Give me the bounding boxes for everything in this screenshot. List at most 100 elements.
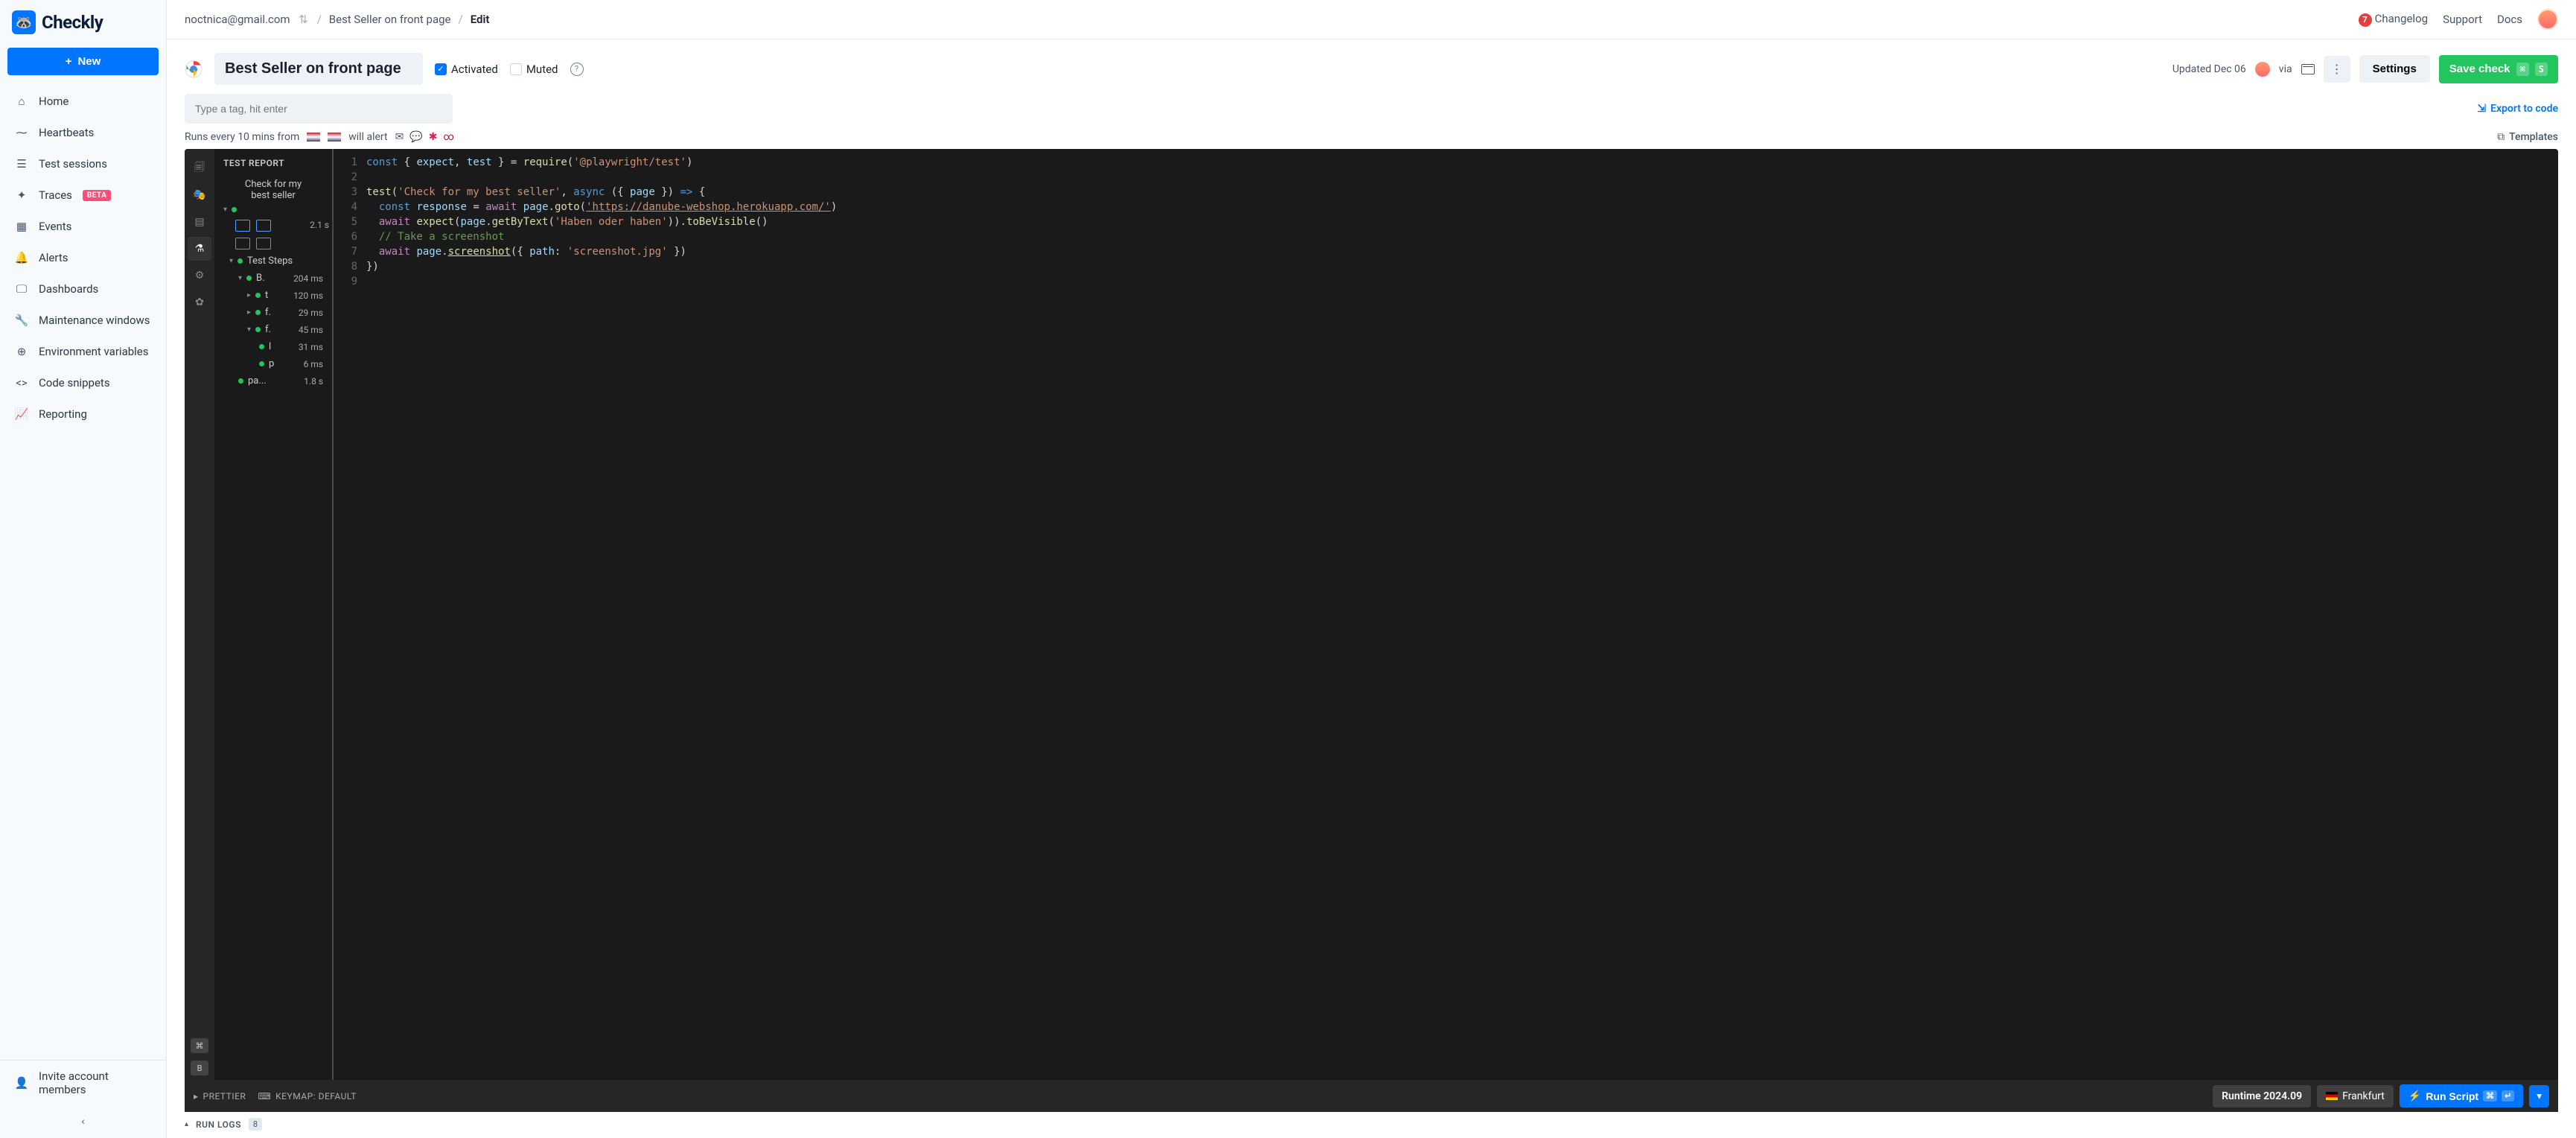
settings-button[interactable]: Settings [2359, 55, 2430, 83]
main-nav: ⌂Home ⁓Heartbeats ☰ Test sessions ✦Traces… [0, 86, 166, 1060]
report-artifact-icons-2 [217, 235, 329, 252]
test-report-panel-button[interactable]: ⚗ [188, 237, 211, 261]
breadcrumb: noctnica@gmail.com ⇅ / Best Seller on fr… [185, 13, 489, 26]
report-summary-row[interactable]: ▾ [217, 203, 329, 217]
trace-icon[interactable] [235, 220, 250, 232]
de-flag-icon [2326, 1092, 2338, 1100]
nav-label: Environment variables [39, 345, 149, 358]
sidebar-item-events[interactable]: ▦ Events [0, 211, 166, 242]
run-logs-count: 8 [249, 1118, 262, 1131]
sidebar-item-reporting[interactable]: 📈Reporting [0, 398, 166, 430]
plus-icon: + [66, 55, 72, 68]
run-dropdown-button[interactable]: ▾ [2529, 1085, 2549, 1107]
support-link[interactable]: Support [2443, 13, 2482, 26]
run-logs-toggle[interactable]: ▴ RUN LOGS 8 [167, 1112, 2576, 1138]
sidebar-item-env-vars[interactable]: ⊕Environment variables [0, 336, 166, 367]
logo[interactable]: 🦝 Checkly [0, 0, 166, 43]
report-step-row[interactable]: l31 ms [217, 338, 329, 355]
mask-panel-button[interactable]: 🎭 [188, 183, 211, 207]
bell-icon: 🔔 [15, 251, 28, 264]
sidebar-item-invite[interactable]: 👤Invite account members [0, 1061, 166, 1105]
kbd-shortcut-cmd[interactable]: ⌘ [191, 1038, 208, 1053]
us-flag-icon [328, 133, 341, 142]
report-step-row[interactable]: ▾f.45 ms [217, 321, 329, 338]
help-icon[interactable]: ? [570, 63, 584, 76]
status-dot-success [259, 344, 264, 349]
kbd-cmd: ⌘ [2483, 1090, 2497, 1102]
screenshot-icon[interactable] [235, 238, 250, 249]
check-title-input[interactable] [214, 53, 423, 85]
sidebar-item-home[interactable]: ⌂Home [0, 86, 166, 117]
export-to-code-link[interactable]: ⇲Export to code [2477, 103, 2558, 115]
tag-input[interactable] [185, 94, 453, 124]
report-steps-header[interactable]: ▾Test Steps [217, 252, 329, 270]
breadcrumb-sep: / [458, 13, 462, 26]
run-script-button[interactable]: ⚡Run Script⌘↵ [2400, 1084, 2523, 1107]
runtime-selector[interactable]: Runtime 2024.09 [2213, 1085, 2311, 1107]
user-avatar[interactable] [2537, 9, 2558, 30]
location-selector[interactable]: Frankfurt [2317, 1085, 2394, 1107]
code-icon: <> [15, 376, 28, 390]
screenshot-icon[interactable] [256, 238, 271, 249]
changelog-link[interactable]: 7Changelog [2359, 12, 2428, 27]
code-editor[interactable]: 123456789 const { expect, test } = requi… [334, 149, 2558, 1080]
status-dot-success [246, 276, 252, 281]
save-check-button[interactable]: Save check⌘S [2439, 55, 2558, 83]
video-icon[interactable] [256, 220, 271, 232]
report-step-row[interactable]: pa...1.8 s [217, 372, 329, 390]
sidebar-item-maintenance[interactable]: 🔧Maintenance windows [0, 305, 166, 336]
breadcrumb-parent[interactable]: Best Seller on front page [329, 13, 451, 26]
sidebar-item-test-sessions[interactable]: ☰ Test sessions [0, 148, 166, 179]
editor-avatar [2255, 62, 2270, 77]
account-switcher-icon[interactable]: ⇅ [298, 13, 310, 25]
files-panel-button[interactable]: 🗐 [188, 156, 211, 180]
status-dot-success [232, 207, 237, 212]
nav-label: Events [39, 220, 71, 233]
topbar-right: 7Changelog Support Docs [2359, 9, 2558, 30]
page-header: ✓Activated Muted ? Updated Dec 06 via ⋮ … [167, 39, 2576, 131]
email-icon: ✉ [395, 131, 404, 143]
code-content[interactable]: const { expect, test } = require('@playw… [366, 155, 2558, 1080]
sessions-icon: ☰ [15, 157, 28, 171]
via-ui-icon [2301, 64, 2315, 74]
report-step-row[interactable]: p6 ms [217, 355, 329, 372]
report-step-row[interactable]: ▸f.29 ms [217, 304, 329, 321]
sidebar-item-dashboards[interactable]: 🖵Dashboards [0, 273, 166, 305]
sidebar-item-traces[interactable]: ✦TracesBETA [0, 179, 166, 211]
templates-link[interactable]: ⧉Templates [2497, 131, 2558, 143]
kbd-shortcut-b[interactable]: B [191, 1061, 208, 1075]
prettier-button[interactable]: ▸PRETTIER [194, 1091, 246, 1102]
logs-panel-button[interactable]: ▤ [188, 210, 211, 234]
chevron-icon: ▾ [238, 274, 242, 282]
report-check-name[interactable]: Check for mybest seller [217, 176, 329, 203]
new-button[interactable]: + New [7, 48, 159, 75]
report-step-row[interactable]: ▸t120 ms [217, 287, 329, 304]
wrench-icon: 🔧 [15, 314, 28, 327]
report-step-row[interactable]: ▾B.204 ms [217, 270, 329, 287]
bolt-icon: ⚡ [2408, 1090, 2421, 1102]
lib-panel-button[interactable]: ⚙ [188, 264, 211, 287]
status-dot-success [237, 258, 243, 264]
logo-text: Checkly [42, 12, 103, 33]
line-gutter: 123456789 [334, 155, 366, 1080]
sidebar-item-alerts[interactable]: 🔔Alerts [0, 242, 166, 273]
settings-panel-button[interactable]: ✿ [188, 290, 211, 314]
docs-link[interactable]: Docs [2497, 13, 2522, 26]
more-menu-button[interactable]: ⋮ [2324, 56, 2350, 83]
keyboard-icon: ⌨ [258, 1091, 271, 1102]
breadcrumb-account[interactable]: noctnica@gmail.com [185, 13, 290, 26]
sidebar-item-heartbeats[interactable]: ⁓Heartbeats [0, 117, 166, 148]
nav-label: Test sessions [39, 157, 107, 171]
home-icon: ⌂ [15, 95, 28, 108]
collapse-sidebar-button[interactable]: ‹ [0, 1105, 166, 1138]
nav-label: Heartbeats [39, 126, 94, 139]
info-bar: Runs every 10 mins from will alert ✉ 💬 ✱… [167, 131, 2576, 149]
keymap-button[interactable]: ⌨KEYMAP: DEFAULT [258, 1091, 357, 1102]
new-button-label: New [77, 55, 101, 68]
chevron-down-icon: ▾ [2537, 1090, 2542, 1102]
activated-toggle[interactable]: ✓Activated [435, 63, 498, 76]
template-icon: ⧉ [2497, 131, 2505, 143]
muted-toggle[interactable]: Muted [510, 63, 558, 76]
events-icon: ▦ [15, 220, 28, 233]
sidebar-item-snippets[interactable]: <>Code snippets [0, 367, 166, 398]
